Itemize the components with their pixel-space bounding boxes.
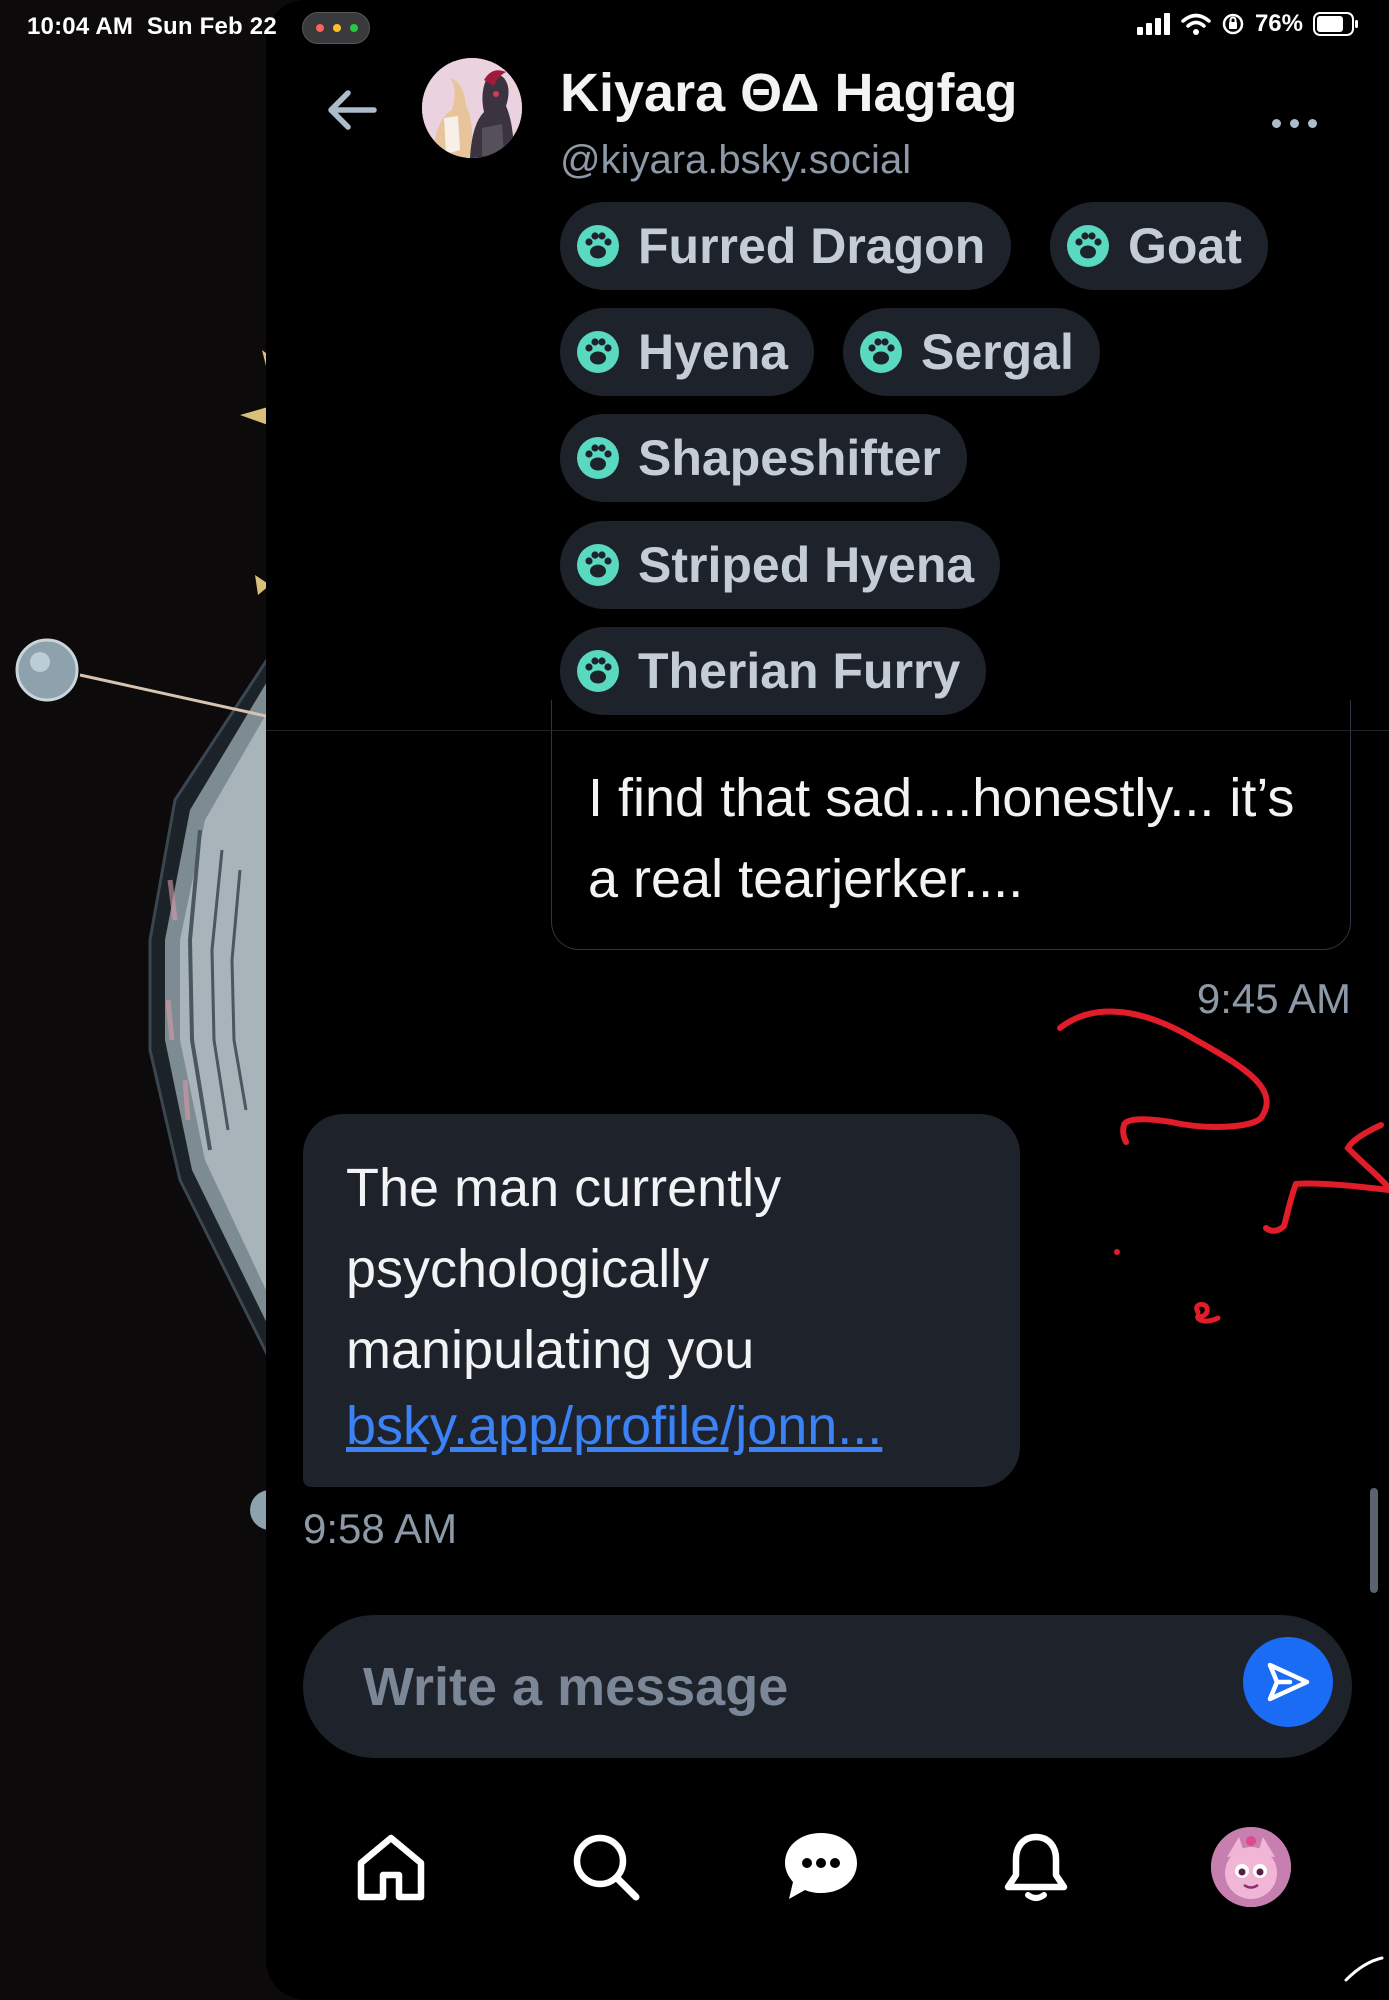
paw-icon — [577, 225, 619, 267]
battery-percentage: 76% — [1254, 10, 1303, 37]
sent-message-bubble[interactable]: I find that sad....honestly... it’s a re… — [551, 700, 1351, 950]
tag-goat[interactable]: Goat — [1050, 202, 1268, 290]
bell-icon — [1004, 1833, 1068, 1901]
received-message-time: 9:58 AM — [303, 1505, 458, 1552]
multitasking-indicator[interactable] — [302, 12, 370, 44]
background-artwork — [15, 350, 290, 1530]
nav-profile[interactable] — [1206, 1822, 1296, 1912]
paw-icon — [577, 650, 619, 692]
tag-hyena[interactable]: Hyena — [560, 308, 815, 396]
back-button[interactable] — [322, 80, 382, 140]
tag-label: Therian Furry — [638, 643, 961, 699]
contact-name: Kiyara ΘΔ Hagfag — [560, 63, 1018, 123]
status-indicators: 76% — [1136, 10, 1359, 38]
home-icon — [357, 1834, 425, 1901]
sent-message-time: 9:45 AM — [1196, 975, 1351, 1022]
sent-message-text: I find that sad....honestly... it’s a re… — [588, 768, 1295, 909]
received-message-bubble[interactable]: The man currently psychologically manipu… — [303, 1114, 1020, 1487]
nav-chat[interactable] — [776, 1822, 866, 1912]
tag-label: Goat — [1128, 218, 1242, 274]
ellipsis-icon — [1271, 118, 1281, 128]
message-composer — [303, 1615, 1352, 1758]
status-time: 10:04 AM Sun Feb 22 — [27, 13, 277, 40]
paw-icon — [860, 331, 902, 373]
tag-sergal[interactable]: Sergal — [843, 308, 1100, 396]
tag-shapeshifter[interactable]: Shapeshifter — [560, 414, 967, 502]
tag-label: Sergal — [921, 324, 1074, 380]
status-bar: 10:04 AM Sun Feb 22 76% — [0, 0, 1389, 54]
paw-icon — [577, 544, 619, 586]
conversation-header: Kiyara ΘΔ Hagfag @kiyara.bsky.social Fur… — [266, 0, 1389, 731]
send-button[interactable] — [1243, 1637, 1333, 1727]
paw-icon — [577, 437, 619, 479]
wifi-icon — [1181, 13, 1211, 35]
nav-home[interactable] — [346, 1822, 436, 1912]
nav-notifications[interactable] — [991, 1822, 1081, 1912]
orientation-lock-icon — [1222, 13, 1244, 35]
tag-label: Shapeshifter — [638, 430, 941, 486]
search-icon — [573, 1834, 640, 1901]
message-input[interactable] — [361, 1645, 1165, 1729]
messages-panel: Kiyara ΘΔ Hagfag @kiyara.bsky.social Fur… — [266, 0, 1389, 2000]
profile-avatar — [1211, 1827, 1291, 1907]
tag-striped-hyena[interactable]: Striped Hyena — [560, 521, 1001, 609]
nav-search[interactable] — [561, 1822, 651, 1912]
tag-label: Furred Dragon — [638, 218, 986, 274]
tag-label: Striped Hyena — [638, 537, 975, 593]
chat-icon — [785, 1833, 857, 1899]
battery-icon — [1313, 12, 1358, 36]
cellular-signal-icon — [1136, 13, 1170, 35]
message-link[interactable]: bsky.app/profile/jonn... — [346, 1386, 882, 1467]
arrow-left-icon — [328, 90, 377, 130]
tag-furred-dragon[interactable]: Furred Dragon — [560, 202, 1012, 290]
scrollbar[interactable] — [1370, 1488, 1378, 1593]
paw-icon — [1067, 225, 1109, 267]
paw-icon — [577, 331, 619, 373]
received-message-text: The man currently psychologically manipu… — [346, 1158, 782, 1380]
more-options-button[interactable] — [1264, 108, 1324, 138]
contact-avatar[interactable] — [422, 58, 522, 158]
tag-label: Hyena — [638, 324, 789, 380]
contact-handle: @kiyara.bsky.social — [560, 138, 912, 182]
send-icon — [1267, 1662, 1310, 1702]
